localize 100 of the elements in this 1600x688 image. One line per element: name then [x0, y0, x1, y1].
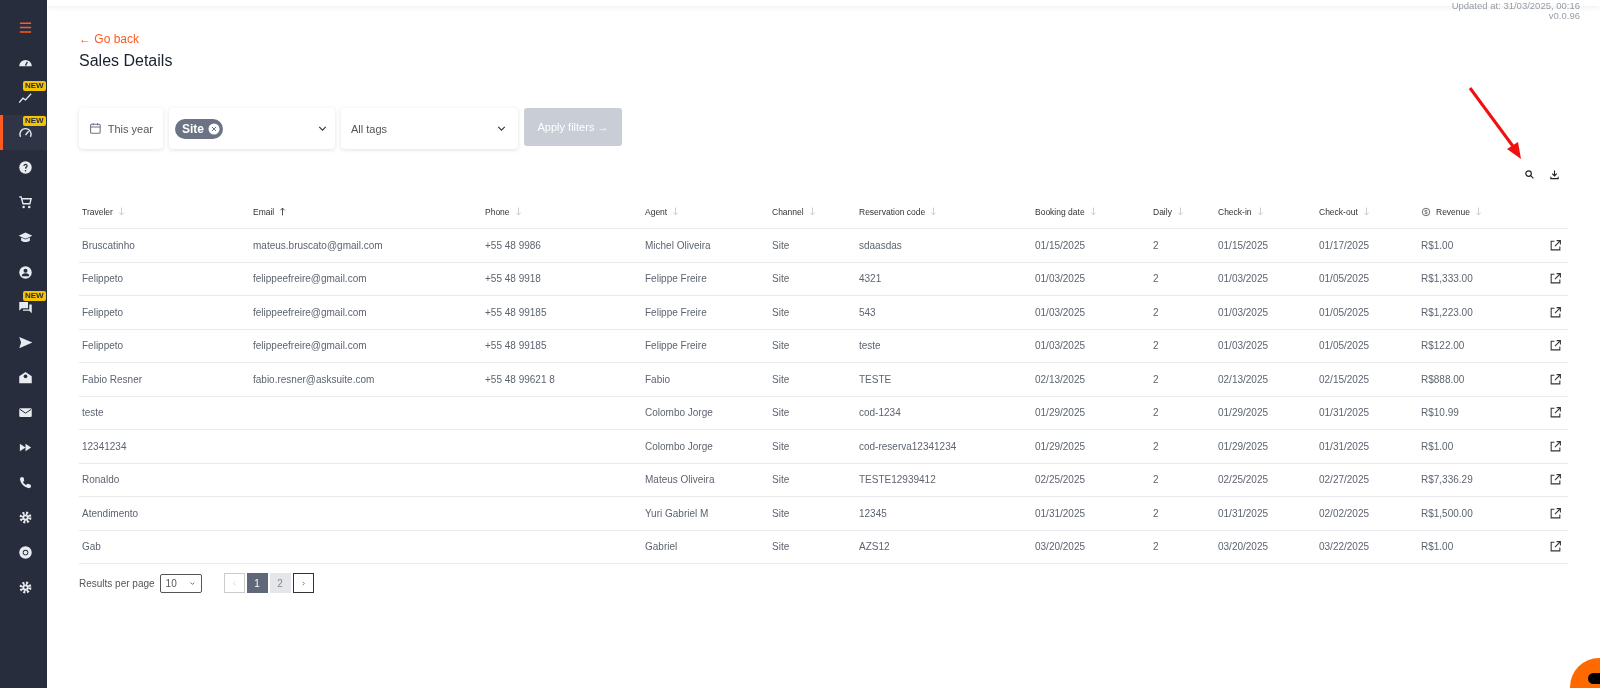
table-cell: 2	[1153, 340, 1159, 352]
column-header[interactable]: Reservation code	[856, 195, 1032, 229]
table-cell: Colombo Jorge	[645, 440, 713, 452]
column-header[interactable]: Email	[250, 195, 482, 229]
table-cell: 01/03/2025	[1218, 306, 1269, 318]
version-label: v0.0.96	[1548, 11, 1580, 21]
table-cell: 01/15/2025	[1218, 239, 1269, 251]
tags-select-label: All tags	[351, 122, 388, 135]
table-cell: AZS12	[859, 541, 890, 553]
page-title: Sales Details	[79, 52, 174, 70]
external-link-icon[interactable]	[1549, 473, 1562, 487]
channel-chip-label: Site	[182, 121, 204, 136]
table-cell: Site	[772, 273, 790, 285]
column-header[interactable]: Channel	[769, 195, 856, 229]
table-cell: 2	[1153, 273, 1159, 285]
table-cell: R$7,336.29	[1421, 474, 1473, 486]
table-cell: Site	[772, 440, 790, 452]
sidebar-item[interactable]: NEW	[0, 290, 47, 325]
new-badge: NEW	[23, 116, 46, 126]
external-link-icon[interactable]	[1549, 406, 1562, 420]
per-page-value: 10	[165, 577, 177, 589]
external-link-icon[interactable]	[1549, 272, 1562, 286]
gauge-icon	[17, 125, 33, 140]
external-link-icon[interactable]	[1549, 238, 1562, 252]
column-header-label: Agent	[645, 206, 668, 217]
table-cell: 01/05/2025	[1319, 273, 1370, 285]
column-header[interactable]: Agent	[642, 195, 769, 229]
table-cell: R$1,500.00	[1421, 507, 1473, 519]
page-button[interactable]: 1	[246, 573, 268, 593]
table-cell: Ronaldo	[82, 474, 120, 486]
table-cell: 01/31/2025	[1319, 407, 1370, 419]
table-cell: teste	[859, 340, 881, 352]
table-cell: 02/27/2025	[1319, 474, 1370, 486]
per-page-select[interactable]: 10	[159, 573, 202, 593]
column-header[interactable]: Check-in	[1215, 195, 1316, 229]
table-cell: R$888.00	[1421, 373, 1465, 385]
table-cell: 543	[859, 306, 876, 318]
table-cell: R$10.99	[1421, 407, 1459, 419]
results-per-page-label: Results per page	[79, 577, 155, 589]
column-header[interactable]: Traveler	[79, 195, 250, 229]
channel-select[interactable]: Site	[169, 108, 335, 149]
table-cell: 02/25/2025	[1218, 474, 1269, 486]
column-header-label: Revenue	[1436, 206, 1471, 217]
column-header-label: Booking date	[1035, 206, 1085, 217]
table-cell: mateus.bruscato@gmail.com	[253, 239, 383, 251]
table-cell: 02/13/2025	[1218, 373, 1269, 385]
column-header[interactable]: Revenue	[1418, 195, 1526, 229]
help-icon	[17, 160, 33, 175]
table-cell: 01/03/2025	[1218, 273, 1269, 285]
tags-select[interactable]: All tags	[341, 108, 518, 149]
column-header-label: Email	[253, 206, 275, 217]
menu-icon	[17, 20, 33, 35]
table-cell: TESTE12939412	[859, 474, 936, 486]
external-link-icon[interactable]	[1549, 506, 1562, 520]
table-cell: Felippeto	[82, 306, 124, 318]
external-link-icon[interactable]	[1549, 305, 1562, 319]
chat-icon	[17, 300, 33, 315]
table-cell: Site	[772, 239, 790, 251]
table-cell: sdaasdas	[859, 239, 902, 251]
table-cell: 01/31/2025	[1319, 440, 1370, 452]
lifebuoy-icon	[17, 545, 33, 560]
date-filter[interactable]: This year	[79, 108, 163, 149]
table-cell: Yuri Gabriel M	[645, 507, 709, 519]
table-cell: R$122.00	[1421, 340, 1465, 352]
table-cell: R$1.00	[1421, 440, 1454, 452]
table-cell: 01/29/2025	[1218, 407, 1269, 419]
column-header[interactable]: Check-out	[1316, 195, 1418, 229]
table-cell: Felippeto	[82, 340, 124, 352]
table-cell: Bruscatinho	[82, 239, 135, 251]
remove-chip-icon	[208, 122, 220, 135]
new-badge: NEW	[23, 291, 46, 301]
table-cell: felippeefreire@gmail.com	[253, 273, 367, 285]
date-filter-label: This year	[107, 122, 153, 135]
column-header[interactable]: Booking date	[1032, 195, 1150, 229]
table-cell: 03/20/2025	[1218, 541, 1269, 553]
column-header[interactable]: Phone	[482, 195, 642, 229]
external-link-icon[interactable]	[1549, 439, 1562, 453]
table-cell: Colombo Jorge	[645, 407, 713, 419]
phone-icon	[17, 475, 33, 490]
download-icon	[1549, 169, 1560, 180]
cart-icon	[17, 195, 33, 210]
table-cell: 01/03/2025	[1035, 306, 1086, 318]
table-cell: Site	[772, 407, 790, 419]
table-cell: Site	[772, 340, 790, 352]
table-cell: Gabriel	[645, 541, 678, 553]
table-cell: 02/15/2025	[1319, 373, 1370, 385]
external-link-icon[interactable]	[1549, 372, 1562, 386]
table-cell: 12345	[859, 507, 887, 519]
sidebar-item[interactable]: NEW	[0, 80, 47, 115]
column-header[interactable]: Daily	[1150, 195, 1215, 229]
table-cell: 2	[1153, 541, 1159, 553]
graduation-cap-icon	[17, 230, 33, 245]
new-badge: NEW	[23, 81, 46, 91]
table-cell: 02/02/2025	[1319, 507, 1370, 519]
table-cell: Site	[772, 474, 790, 486]
sidebar-item[interactable]: NEW	[0, 115, 47, 150]
external-link-icon[interactable]	[1549, 339, 1562, 353]
next-page-button[interactable]	[292, 573, 314, 593]
table-cell: 01/03/2025	[1035, 340, 1086, 352]
external-link-icon[interactable]	[1549, 540, 1562, 554]
